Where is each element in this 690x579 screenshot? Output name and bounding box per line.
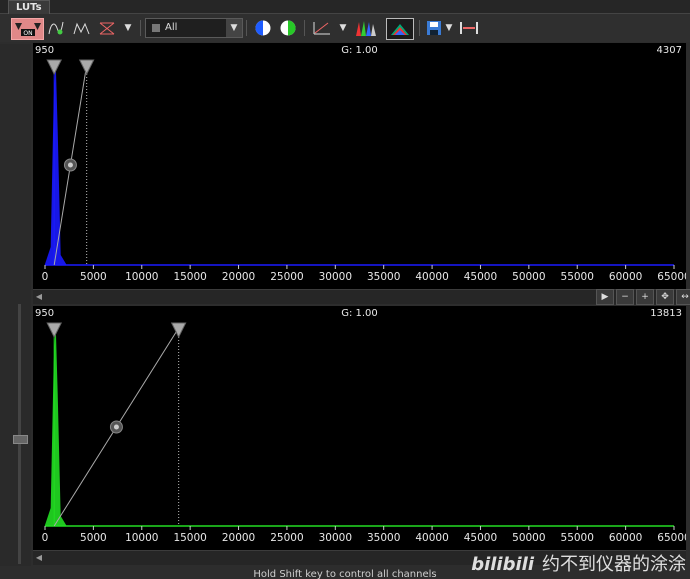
- axis-tick-label: 10000: [125, 532, 158, 544]
- scale-linear-icon: [313, 22, 330, 35]
- menu-chevron-icon[interactable]: ▼: [121, 18, 135, 38]
- min-handle: [46, 322, 63, 339]
- expand-horizontal-icon[interactable]: ↔: [676, 289, 690, 305]
- contrast-green-button[interactable]: [278, 18, 298, 38]
- vertical-scroll-thumb[interactable]: [13, 435, 28, 444]
- zoom-out-icon[interactable]: −: [616, 289, 634, 305]
- axis-tick-label: 0: [42, 271, 49, 283]
- axis-tick-label: 15000: [173, 271, 206, 283]
- scroll-right-icon[interactable]: ▶: [596, 289, 614, 305]
- histogram-peak: [44, 60, 67, 265]
- color-table-button[interactable]: [386, 18, 414, 40]
- axis-tick-label: 45000: [464, 532, 497, 544]
- axis-tick-label: 55000: [561, 532, 594, 544]
- vertical-scroll-track[interactable]: [18, 304, 21, 564]
- histogram-peak: [44, 323, 67, 526]
- axis-tick-label: 35000: [367, 532, 400, 544]
- axis-tick-label: 40000: [415, 271, 448, 283]
- axis-tick-label: 50000: [512, 271, 545, 283]
- chevron-down-icon: ▼: [226, 19, 242, 37]
- contrast-blue-button[interactable]: [253, 18, 273, 38]
- histogram-plot-blue[interactable]: 0 5000 10000 15000 20000 25000 30000 35000 40000…: [33, 43, 686, 289]
- watermark-brand: bilibili: [471, 554, 534, 575]
- channel-select-value: All: [165, 22, 178, 33]
- curve-reset-icon: [99, 22, 115, 35]
- axis-tick-label: 10000: [125, 271, 158, 283]
- axis-tick-label: 55000: [561, 271, 594, 283]
- scroll-left-icon[interactable]: ◀: [33, 290, 45, 304]
- max-handle: [78, 59, 95, 76]
- lut-on-label: ON: [23, 30, 32, 37]
- axis-tick-label: 30000: [319, 271, 352, 283]
- axis-tick-label: 0: [42, 532, 49, 544]
- zoom-in-icon[interactable]: +: [636, 289, 654, 305]
- lut-on-toggle[interactable]: ON: [11, 18, 44, 40]
- watermark: bilibili 约不到仪器的涂涂: [471, 551, 690, 579]
- axis-tick-label: 30000: [319, 532, 352, 544]
- curve-reset-button[interactable]: [97, 18, 117, 38]
- horizontal-scrollbar-top[interactable]: ◀: [33, 289, 686, 304]
- tab-luts[interactable]: LUTs: [8, 0, 50, 14]
- scale-linear-button[interactable]: [311, 18, 333, 38]
- lut-on-icon: ON: [14, 23, 41, 37]
- contrast-blue-icon: [255, 20, 271, 36]
- scroll-left-icon[interactable]: ◀: [33, 551, 45, 565]
- curve-gamma-button[interactable]: [46, 18, 66, 38]
- min-handle: [46, 59, 63, 76]
- axis-tick-label: 5000: [80, 271, 107, 283]
- contrast-green-icon: [280, 20, 296, 36]
- axis-tick-label: 60000: [609, 271, 642, 283]
- histogram-plot-green[interactable]: 0 5000 10000 15000 20000 25000 30000 35000 40000…: [33, 306, 686, 550]
- fit-range-button[interactable]: [458, 18, 480, 38]
- curve-gamma-icon: [48, 21, 64, 35]
- gamma-handle-center: [113, 424, 119, 430]
- zoom-controls: ▶ − + ✥ ↔: [596, 289, 690, 305]
- axis-tick-label: 15000: [173, 532, 206, 544]
- histogram-channels-button[interactable]: [354, 18, 378, 38]
- axis-tick-label: 50000: [512, 532, 545, 544]
- watermark-text: 约不到仪器的涂涂: [542, 554, 686, 575]
- histogram-channels-icon: [356, 21, 376, 36]
- axis-tick-label: 25000: [270, 532, 303, 544]
- axis-tick-label: 45000: [464, 271, 497, 283]
- histogram-panel-blue[interactable]: 950 G: 1.00 4307 0 5000 10000 15000 20000 250…: [33, 43, 686, 289]
- save-icon: [427, 21, 441, 35]
- gamma-handle-center: [67, 162, 73, 168]
- left-scroll-area: [0, 44, 31, 579]
- save-menu-chevron-icon[interactable]: ▼: [444, 18, 454, 38]
- save-button[interactable]: [425, 18, 443, 38]
- channel-swatch: [152, 24, 160, 32]
- color-table-icon: [391, 24, 409, 35]
- axis-tick-label: 40000: [415, 532, 448, 544]
- curve-log-button[interactable]: [72, 18, 92, 38]
- axis-tick-label: 60000: [609, 532, 642, 544]
- axis-tick-label: 65000: [657, 271, 686, 283]
- axis-tick-label: 25000: [270, 271, 303, 283]
- scale-menu-chevron-icon[interactable]: ▼: [337, 18, 349, 38]
- axis-tick-label: 20000: [222, 532, 255, 544]
- axis-tick-label: 5000: [80, 532, 107, 544]
- panel-tabbar: LUTs: [0, 0, 690, 14]
- histogram-panel-green[interactable]: 950 G: 1.00 13813 0 5000 10000 15000 20000 25…: [33, 306, 686, 550]
- axis-tick-label: 35000: [367, 271, 400, 283]
- axis-tick-label: 20000: [222, 271, 255, 283]
- channel-select[interactable]: All ▼: [145, 18, 243, 38]
- curve-log-icon: [73, 22, 90, 35]
- zoom-fit-icon[interactable]: ✥: [656, 289, 674, 305]
- axis-tick-label: 65000: [657, 532, 686, 544]
- fit-range-icon: [460, 22, 478, 34]
